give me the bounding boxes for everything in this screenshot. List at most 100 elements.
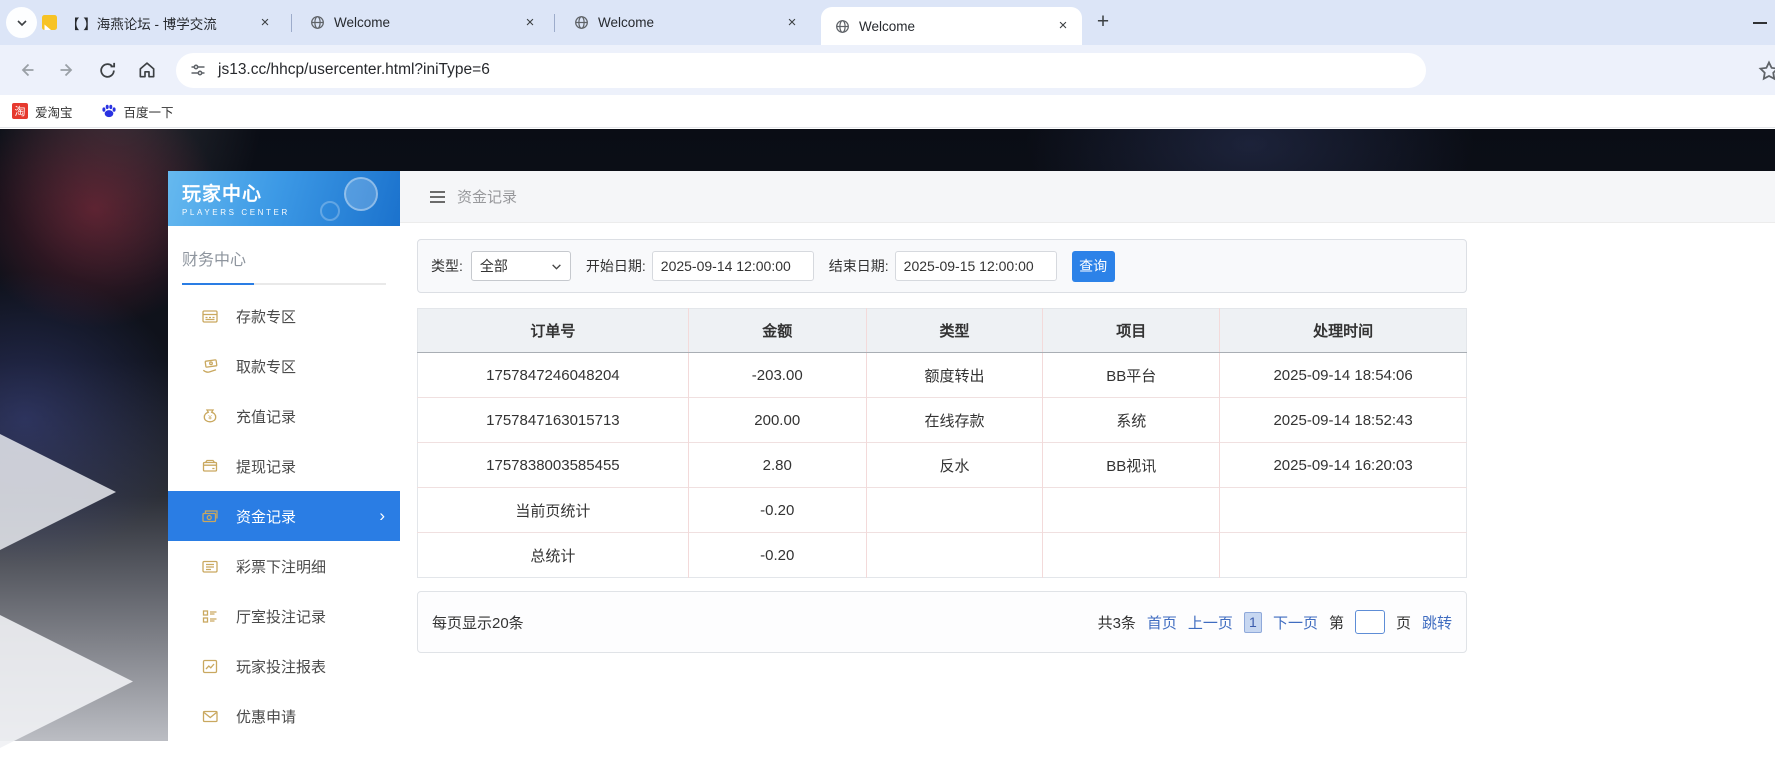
taobao-icon: 淘 bbox=[12, 103, 28, 119]
tab-title: Welcome bbox=[859, 19, 1045, 34]
prev-page-link[interactable]: 上一页 bbox=[1188, 612, 1233, 633]
bet-report-icon bbox=[201, 658, 219, 675]
tab-close-icon[interactable]: × bbox=[521, 14, 539, 32]
recharge-icon: ¥ bbox=[201, 408, 219, 425]
cashout-icon bbox=[201, 458, 219, 475]
tab-welcome-active[interactable]: Welcome × bbox=[821, 7, 1082, 45]
bookmark-label: 百度一下 bbox=[124, 102, 174, 121]
reload-button[interactable] bbox=[90, 53, 124, 87]
lottery-detail-icon bbox=[201, 558, 219, 575]
url-bar[interactable]: js13.cc/hhcp/usercenter.html?iniType=6 bbox=[176, 53, 1426, 88]
sidebar-subtitle: PLAYERS CENTER bbox=[182, 208, 400, 217]
table-row: 1757847163015713 200.00 在线存款 系统 2025-09-… bbox=[418, 398, 1467, 443]
col-time: 处理时间 bbox=[1220, 309, 1467, 353]
deposit-icon bbox=[201, 308, 219, 325]
star-icon bbox=[1758, 60, 1775, 82]
bookmark-baidu[interactable]: 百度一下 bbox=[101, 102, 174, 121]
pagination-bar: 每页显示20条 共3条 首页 上一页 1 下一页 第 页 跳转 bbox=[417, 591, 1467, 653]
filter-bar: 类型: 全部 开始日期: 结束日期: 查询 bbox=[417, 239, 1467, 293]
sidebar-item-bet-report[interactable]: 玩家投注报表 bbox=[168, 641, 400, 691]
background-wedge bbox=[0, 417, 116, 567]
jump-button[interactable]: 跳转 bbox=[1422, 612, 1452, 633]
back-button[interactable] bbox=[10, 53, 44, 87]
tab-title: Welcome bbox=[598, 15, 774, 30]
home-button[interactable] bbox=[130, 53, 164, 87]
tune-icon bbox=[190, 62, 206, 78]
tab-close-icon[interactable]: × bbox=[783, 14, 801, 32]
tab-strip: 【 】海燕论坛 - 博学交流 × Welcome × Welcome × Wel… bbox=[0, 0, 1775, 45]
jump-page-input[interactable] bbox=[1355, 610, 1385, 634]
end-date-input[interactable] bbox=[895, 251, 1057, 281]
search-button[interactable]: 查询 bbox=[1072, 251, 1115, 282]
globe-icon bbox=[310, 15, 325, 30]
sidebar-nav: 存款专区 取款专区 ¥ 充值记录 提现记录 资金记录 › 彩票下注明细 bbox=[168, 291, 400, 741]
start-date-label: 开始日期: bbox=[586, 256, 646, 276]
back-icon bbox=[17, 60, 37, 80]
sidebar-item-recharge-record[interactable]: ¥ 充值记录 bbox=[168, 391, 400, 441]
new-tab-button[interactable]: + bbox=[1090, 9, 1116, 35]
type-label: 类型: bbox=[431, 256, 463, 276]
tab-close-icon[interactable]: × bbox=[1054, 17, 1072, 35]
table-row-page-total: 当前页统计 -0.20 bbox=[418, 488, 1467, 533]
sidebar-item-promo-apply[interactable]: 优惠申请 bbox=[168, 691, 400, 741]
minimize-button[interactable] bbox=[1753, 22, 1767, 24]
next-page-link[interactable]: 下一页 bbox=[1273, 612, 1318, 633]
page-title: 资金记录 bbox=[457, 186, 517, 207]
menu-icon[interactable] bbox=[430, 191, 445, 203]
globe-icon bbox=[574, 15, 589, 30]
current-page-badge[interactable]: 1 bbox=[1244, 612, 1262, 633]
tab-title: 【 】海燕论坛 - 博学交流 bbox=[66, 13, 247, 33]
type-select[interactable]: 全部 bbox=[471, 251, 571, 281]
col-type: 类型 bbox=[866, 309, 1043, 353]
url-text: js13.cc/hhcp/usercenter.html?iniType=6 bbox=[218, 61, 490, 79]
table-row: 1757838003585455 2.80 反水 BB视讯 2025-09-14… bbox=[418, 443, 1467, 488]
total-count: 共3条 bbox=[1098, 612, 1136, 633]
sidebar-section-title: 财务中心 bbox=[168, 226, 400, 285]
sidebar-header: 玩家中心 PLAYERS CENTER bbox=[168, 171, 400, 226]
sidebar-item-cashout-record[interactable]: 提现记录 bbox=[168, 441, 400, 491]
col-amount: 金额 bbox=[688, 309, 866, 353]
bookmarks-bar: 淘 爱淘宝 百度一下 bbox=[0, 95, 1775, 128]
tab-divider bbox=[291, 14, 292, 32]
forward-button[interactable] bbox=[50, 53, 84, 87]
sidebar-item-funds-record[interactable]: 资金记录 › bbox=[168, 491, 400, 541]
table-row-grand-total: 总统计 -0.20 bbox=[418, 533, 1467, 578]
table-row: 1757847246048204 -203.00 额度转出 BB平台 2025-… bbox=[418, 353, 1467, 398]
bookmark-taobao[interactable]: 淘 爱淘宝 bbox=[12, 102, 73, 121]
funds-record-table: 订单号 金额 类型 项目 处理时间 1757847246048204 -203.… bbox=[417, 308, 1467, 578]
section-divider bbox=[182, 283, 386, 285]
col-order-id: 订单号 bbox=[418, 309, 689, 353]
tab-welcome-1[interactable]: Welcome × bbox=[296, 0, 549, 45]
page-background: 玩家中心 PLAYERS CENTER 财务中心 存款专区 取款专区 ¥ 充值记… bbox=[0, 129, 1775, 741]
sidebar-item-lottery-detail[interactable]: 彩票下注明细 bbox=[168, 541, 400, 591]
first-page-link[interactable]: 首页 bbox=[1147, 612, 1177, 633]
forward-icon bbox=[57, 60, 77, 80]
chevron-down-icon bbox=[16, 17, 28, 29]
bookmark-label: 爱淘宝 bbox=[35, 102, 73, 121]
tab-haiyan-forum[interactable]: 【 】海燕论坛 - 博学交流 × bbox=[28, 0, 284, 45]
start-date-input[interactable] bbox=[652, 251, 814, 281]
chevron-down-icon bbox=[551, 261, 562, 272]
jump-suffix-label: 页 bbox=[1396, 612, 1411, 633]
tab-divider bbox=[554, 14, 555, 32]
tab-welcome-2[interactable]: Welcome × bbox=[560, 0, 811, 45]
sidebar-item-withdraw[interactable]: 取款专区 bbox=[168, 341, 400, 391]
background-wedge bbox=[0, 584, 133, 779]
end-date-label: 结束日期: bbox=[829, 256, 889, 276]
bookmark-star-button[interactable] bbox=[1758, 60, 1775, 87]
jump-prefix-label: 第 bbox=[1329, 612, 1344, 633]
tab-close-icon[interactable]: × bbox=[256, 14, 274, 32]
content-header: 资金记录 bbox=[400, 171, 1775, 223]
gamepad-decor-icon bbox=[344, 177, 378, 211]
reload-icon bbox=[98, 61, 117, 80]
baidu-paw-icon bbox=[101, 103, 117, 119]
sidebar-item-hall-bet-record[interactable]: 厅室投注记录 bbox=[168, 591, 400, 641]
chevron-right-icon: › bbox=[379, 506, 385, 526]
main-content: 资金记录 类型: 全部 开始日期: 结束日期: 查询 订单号 bbox=[400, 171, 1775, 741]
sidebar-item-deposit[interactable]: 存款专区 bbox=[168, 291, 400, 341]
table-header-row: 订单号 金额 类型 项目 处理时间 bbox=[418, 309, 1467, 353]
address-bar: js13.cc/hhcp/usercenter.html?iniType=6 bbox=[0, 45, 1775, 95]
promo-apply-icon bbox=[201, 708, 219, 725]
col-item: 项目 bbox=[1043, 309, 1220, 353]
note-icon bbox=[42, 15, 57, 30]
